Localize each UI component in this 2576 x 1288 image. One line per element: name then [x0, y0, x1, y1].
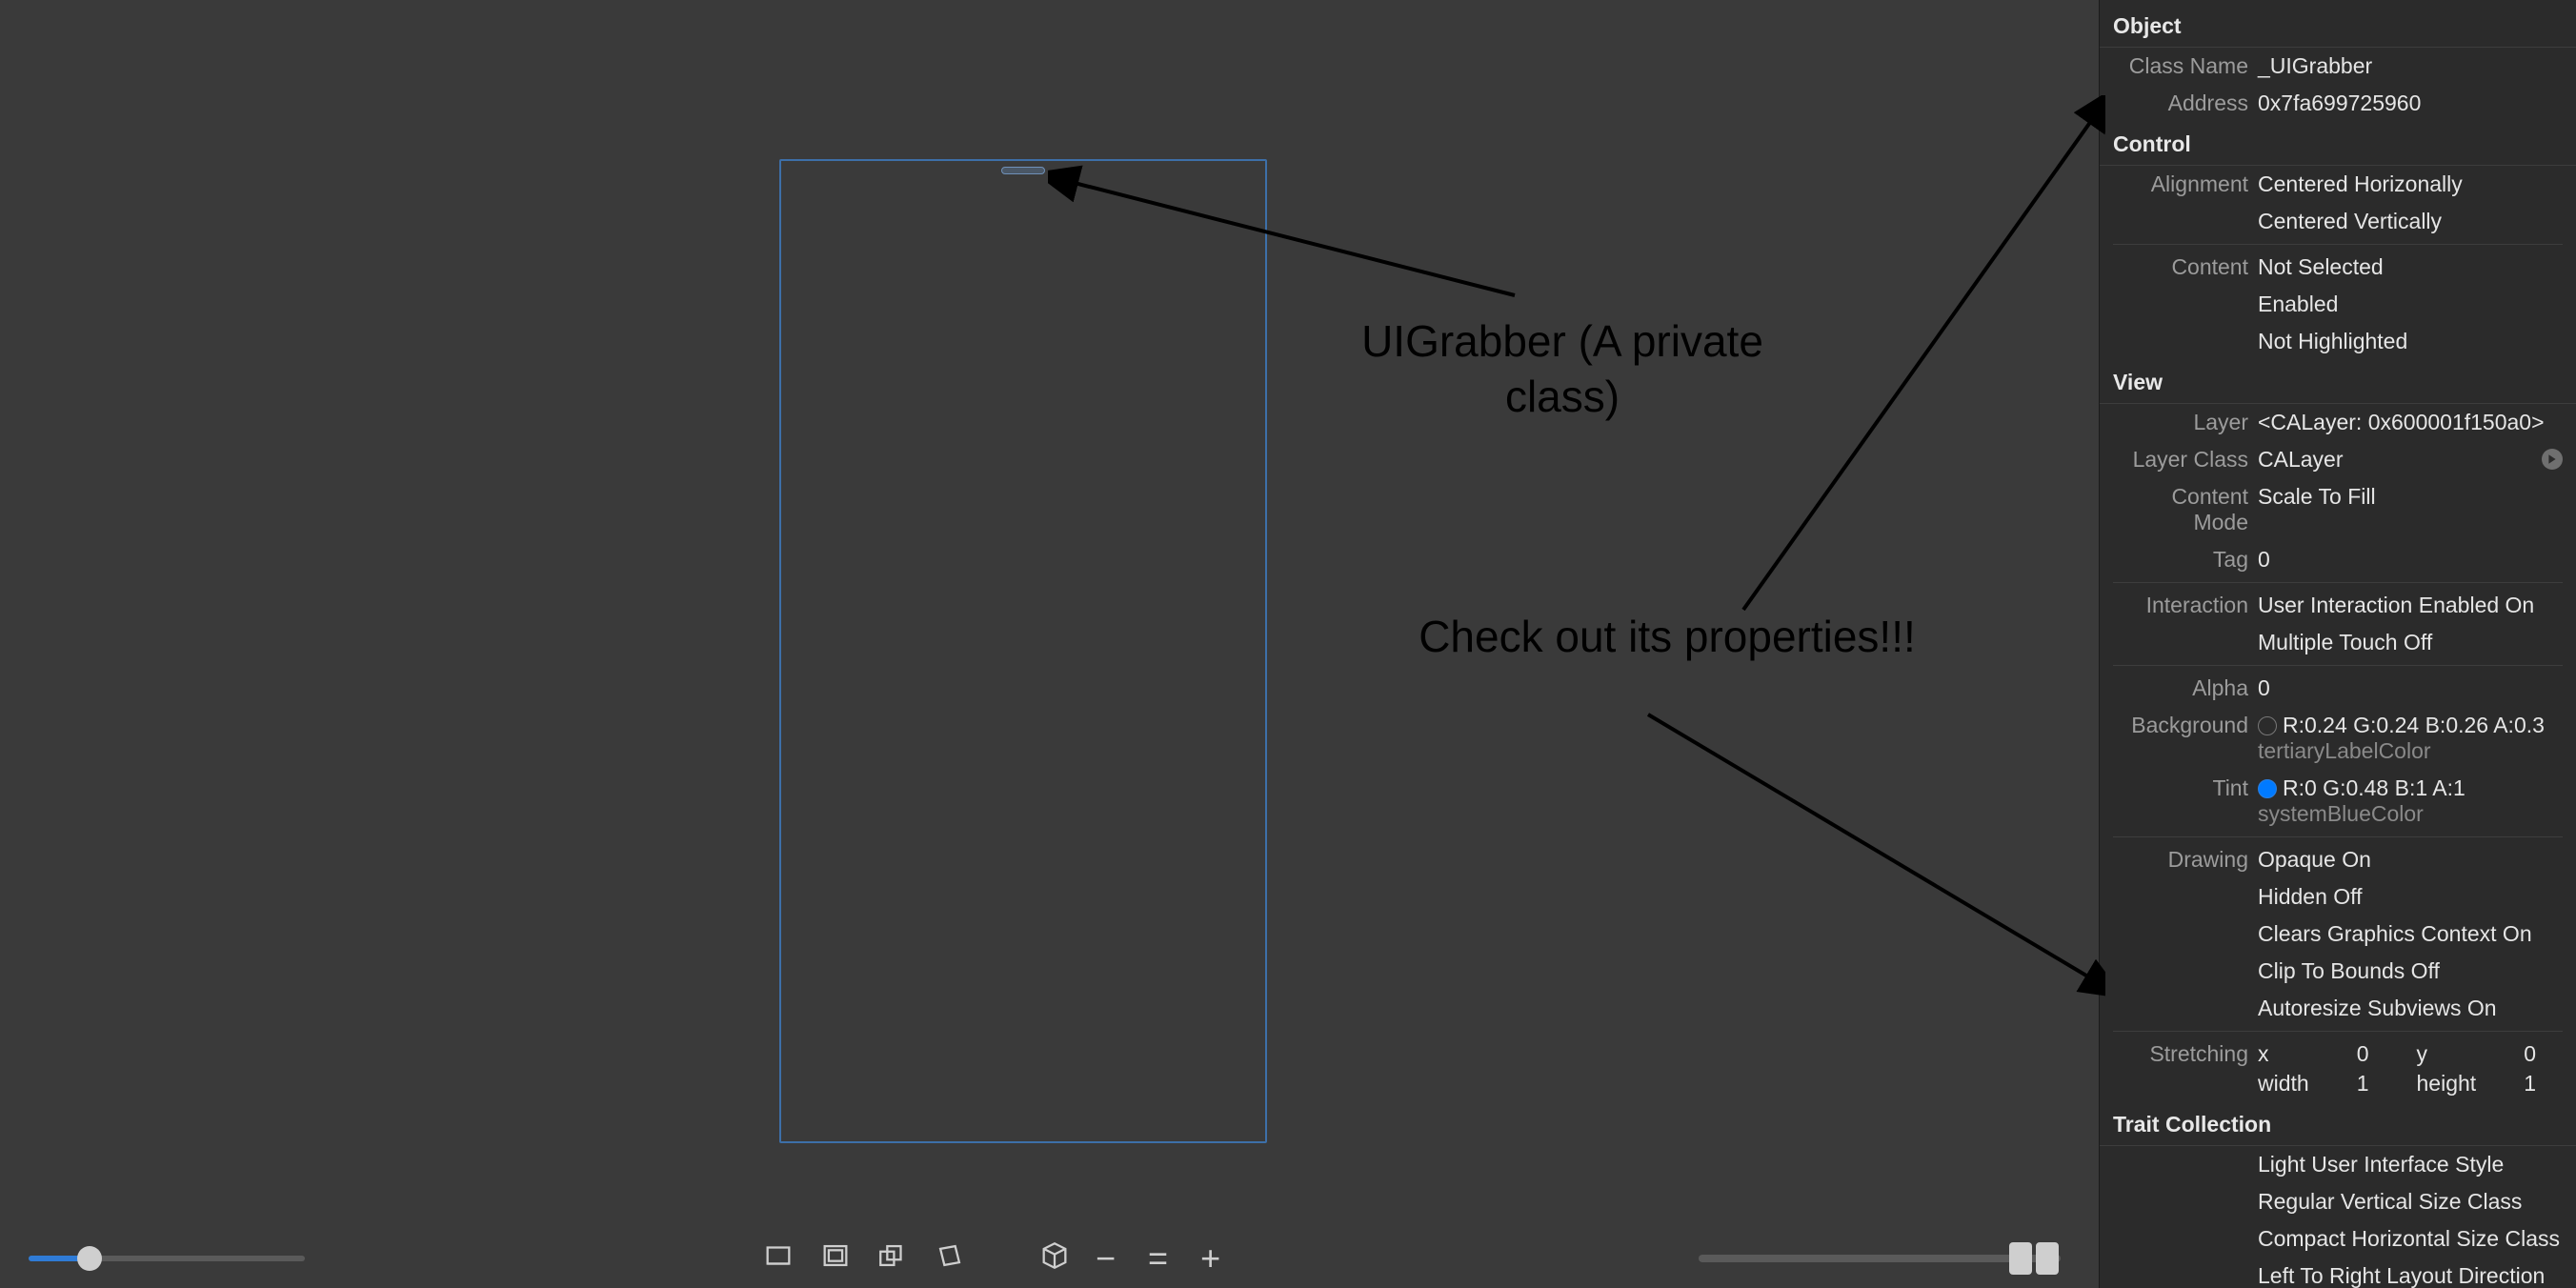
- layer-class-value: CALayer: [2258, 447, 2563, 473]
- view-debugger-canvas[interactable]: UIGrabber (A private class) Check out it…: [0, 0, 2100, 1288]
- color-swatch-icon: [2258, 779, 2277, 798]
- class-name-label: Class Name: [2113, 53, 2258, 79]
- zoom-slider[interactable]: [29, 1256, 305, 1261]
- clipped-content-icon[interactable]: [762, 1239, 795, 1278]
- bottom-toolbar: − = +: [0, 1229, 2099, 1288]
- section-object-header: Object: [2100, 0, 2576, 48]
- annotation-title-1: UIGrabber (A private class): [1315, 314, 1810, 424]
- drawing-value-1: Opaque On: [2258, 847, 2563, 873]
- background-label: Background: [2113, 713, 2258, 738]
- layer-class-label: Layer Class: [2113, 447, 2258, 473]
- device-frame[interactable]: [779, 159, 1267, 1143]
- interaction-value-1: User Interaction Enabled On: [2258, 593, 2563, 618]
- section-trait-header: Trait Collection: [2100, 1102, 2576, 1146]
- tag-label: Tag: [2113, 547, 2258, 573]
- drawing-value-5: Autoresize Subviews On: [2258, 996, 2563, 1021]
- navigate-icon[interactable]: [2542, 449, 2563, 470]
- content-label: Content: [2113, 254, 2258, 280]
- stretching-value: x0 y0 width1 height1: [2258, 1041, 2563, 1097]
- alpha-value: 0: [2258, 675, 2563, 701]
- content-value-2: Enabled: [2258, 292, 2563, 317]
- visible-range-slider[interactable]: [1699, 1255, 2061, 1262]
- trait-value-2: Regular Vertical Size Class: [2258, 1189, 2563, 1215]
- layer-value[interactable]: <CALayer: 0x600001f150a0>: [2258, 410, 2563, 435]
- alpha-label: Alpha: [2113, 675, 2258, 701]
- tint-label: Tint: [2113, 775, 2258, 801]
- stack-layers-icon[interactable]: [876, 1239, 909, 1278]
- layer-label: Layer: [2113, 410, 2258, 435]
- alignment-value-1: Centered Horizonally: [2258, 171, 2563, 197]
- section-control-header: Control: [2100, 122, 2576, 166]
- section-view-header: View: [2100, 360, 2576, 404]
- class-name-value[interactable]: _UIGrabber: [2258, 53, 2563, 79]
- address-label: Address: [2113, 91, 2258, 116]
- increase-spacing-icon[interactable]: +: [1200, 1241, 1220, 1276]
- address-value[interactable]: 0x7fa699725960: [2258, 91, 2563, 116]
- background-value: R:0.24 G:0.24 B:0.26 A:0.3 tertiaryLabel…: [2258, 713, 2563, 764]
- color-swatch-icon: [2258, 716, 2277, 735]
- trait-value-4: Left To Right Layout Direction: [2258, 1263, 2563, 1288]
- annotation-title-2: Check out its properties!!!: [1334, 610, 2001, 665]
- drawing-value-3: Clears Graphics Context On: [2258, 921, 2563, 947]
- alignment-value-2: Centered Vertically: [2258, 209, 2563, 234]
- orient-3d-icon[interactable]: [934, 1239, 966, 1278]
- trait-value-1: Light User Interface Style: [2258, 1152, 2563, 1177]
- arrow-annotation-3: [1620, 667, 2105, 1010]
- interaction-label: Interaction: [2113, 593, 2258, 618]
- alignment-label: Alignment: [2113, 171, 2258, 197]
- decrease-spacing-icon[interactable]: −: [1096, 1241, 1116, 1276]
- content-mode-label: Content Mode: [2113, 484, 2258, 535]
- content-value-1: Not Selected: [2258, 254, 2563, 280]
- content-value-3: Not Highlighted: [2258, 329, 2563, 354]
- drawing-value-4: Clip To Bounds Off: [2258, 958, 2563, 984]
- tag-value: 0: [2258, 547, 2563, 573]
- tint-value: R:0 G:0.48 B:1 A:1 systemBlueColor: [2258, 775, 2563, 827]
- box-3d-icon[interactable]: [1038, 1239, 1071, 1278]
- drawing-value-2: Hidden Off: [2258, 884, 2563, 910]
- uigrabber-element[interactable]: [1001, 167, 1045, 174]
- drawing-label: Drawing: [2113, 847, 2258, 873]
- content-mode-value: Scale To Fill: [2258, 484, 2563, 510]
- reset-spacing-icon[interactable]: =: [1148, 1241, 1168, 1276]
- constraints-icon[interactable]: [819, 1239, 852, 1278]
- interaction-value-2: Multiple Touch Off: [2258, 630, 2563, 655]
- stretching-label: Stretching: [2113, 1041, 2258, 1067]
- trait-value-3: Compact Horizontal Size Class: [2258, 1226, 2563, 1252]
- inspector-panel: Object Class Name _UIGrabber Address 0x7…: [2100, 0, 2576, 1288]
